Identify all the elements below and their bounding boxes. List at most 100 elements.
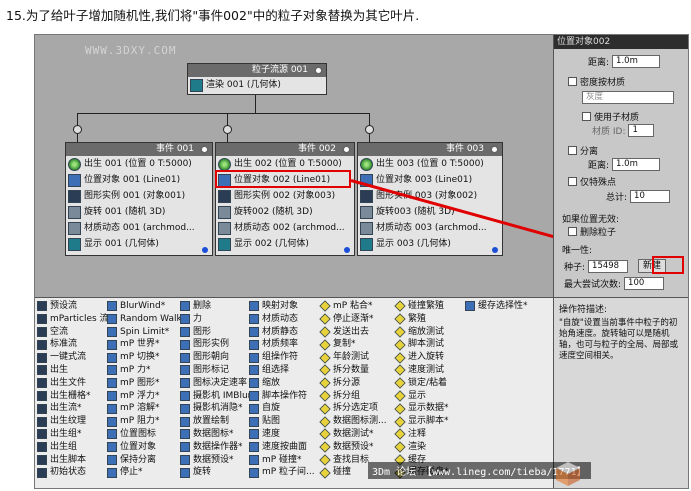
depot-item[interactable]: 拆分选定项 — [319, 402, 396, 415]
material-dynamic-operator[interactable]: 材质动态 001 (archmod... — [66, 220, 212, 236]
birth-operator[interactable]: 出生 001 (位置 0 T:5000) — [66, 156, 212, 172]
depot-item[interactable]: mP 碰撞* — [249, 454, 323, 467]
depot-item[interactable]: 一键式流 — [37, 351, 105, 364]
depot-item[interactable]: 材质动态 — [249, 313, 323, 326]
depot-item[interactable]: 摄影机消隐* — [180, 402, 254, 415]
total-spinner[interactable]: 10 — [630, 190, 671, 203]
depot-item[interactable]: 年龄测试 — [319, 351, 396, 364]
material-dynamic-operator[interactable]: 材质动态 002 (archmod... — [216, 220, 354, 236]
depot-item[interactable]: 停止逐渐* — [319, 313, 396, 326]
depot-item[interactable]: 摄影机 IMBlur* — [180, 390, 256, 403]
depot-item[interactable]: 注释 — [394, 428, 471, 441]
depot-item[interactable]: 图形标记 — [180, 364, 254, 377]
depot-item[interactable]: 出生组 — [37, 441, 105, 454]
source-node[interactable]: 粒子流源 001 渲染 001 (几何体) — [187, 63, 327, 95]
depot-item[interactable]: 进入旋转 — [394, 351, 471, 364]
depot-item[interactable]: 复制* — [319, 338, 396, 351]
depot-item[interactable]: 放置绘制 — [180, 415, 254, 428]
depot-item[interactable]: mP 阻力* — [107, 415, 179, 428]
shape-instance-operator[interactable]: 图形实例 001 (对象001) — [66, 188, 212, 204]
delete-checkbox[interactable] — [568, 227, 577, 236]
depot-item[interactable]: 材质频率 — [249, 338, 323, 351]
depot-item[interactable]: 贴图 — [249, 415, 323, 428]
submtl-checkbox[interactable] — [582, 112, 591, 121]
event-node-002[interactable]: 事件 002 出生 002 (位置 0 T:5000) 位置对象 002 (Li… — [215, 142, 355, 256]
position-object-operator[interactable]: 位置对象 001 (Line01) — [66, 172, 212, 188]
depot-item[interactable]: 图形实例 — [180, 338, 254, 351]
depot-item[interactable]: 停止* — [107, 466, 179, 479]
depot-item[interactable]: 繁殖 — [394, 313, 471, 326]
depot-item[interactable]: 速度测试 — [394, 364, 471, 377]
depot-item[interactable]: 数据图标* — [180, 428, 254, 441]
mtlid-spinner[interactable]: 1 — [628, 124, 655, 137]
output-pin[interactable] — [73, 125, 82, 134]
depot-item[interactable]: 脚本操作符 — [249, 390, 323, 403]
position-object-operator[interactable]: 位置对象 003 (Line01) — [358, 172, 502, 188]
depot-item[interactable]: mP 浮力* — [107, 390, 179, 403]
depot-item[interactable]: mP 粘合* — [319, 300, 396, 313]
depot-item[interactable]: 空流 — [37, 326, 105, 339]
distance-spinner[interactable]: 1.0m — [612, 55, 661, 68]
depot-item[interactable]: 数据预设* — [180, 454, 254, 467]
depot-item[interactable]: 显示 — [394, 390, 471, 403]
depot-item[interactable]: 缓存选择性* — [465, 300, 551, 313]
particle-diagram-canvas[interactable]: WWW.3DXY.COM 粒子流源 001 渲染 001 (几何体) 事件 00… — [35, 35, 654, 297]
depot-item[interactable]: 图形 — [180, 326, 254, 339]
depot-item[interactable]: 图标决定速率 — [180, 377, 254, 390]
output-pin[interactable] — [223, 125, 232, 134]
depot-item[interactable]: 拆分数量 — [319, 364, 396, 377]
display-operator[interactable]: 显示 002 (几何体) — [216, 236, 354, 253]
birth-operator[interactable]: 出生 003 (位置 0 T:5000) — [358, 156, 502, 172]
depot-item[interactable]: 显示数据* — [394, 402, 471, 415]
attempts-spinner[interactable]: 100 — [624, 277, 665, 290]
vertices-checkbox[interactable] — [568, 177, 577, 186]
depot-item[interactable]: 出生组* — [37, 428, 105, 441]
depot-item[interactable]: mP 溶解* — [107, 402, 179, 415]
depot-item[interactable]: 出生栅格* — [37, 390, 105, 403]
depot-item[interactable]: 标准流 — [37, 338, 105, 351]
depot-item[interactable]: mParticles 流* — [37, 313, 113, 326]
depot-item[interactable]: 速度 — [249, 428, 323, 441]
display-operator[interactable]: 显示 001 (几何体) — [66, 236, 212, 253]
depot-item[interactable]: 数据操作器* — [180, 441, 254, 454]
seed-spinner[interactable]: 15498 — [588, 259, 629, 273]
depot-item[interactable]: 位置对象 — [107, 441, 179, 454]
depot-item[interactable]: mP 力* — [107, 364, 179, 377]
density-checkbox[interactable] — [568, 77, 577, 86]
render-operator[interactable]: 渲染 001 (几何体) — [188, 77, 326, 93]
depot-item[interactable]: 出生流* — [37, 402, 105, 415]
material-dynamic-operator[interactable]: 材质动态 003 (archmod... — [358, 220, 502, 236]
depot-item[interactable]: mP 粒子间... — [249, 466, 323, 479]
gray-dropdown[interactable]: 灰度 — [582, 91, 674, 104]
depot-item[interactable]: 初始状态 — [37, 466, 105, 479]
depot-item[interactable]: 发送出去 — [319, 326, 396, 339]
separate-checkbox[interactable] — [568, 146, 577, 155]
depot-item[interactable]: 材质静态 — [249, 326, 323, 339]
event-node-003[interactable]: 事件 003 出生 003 (位置 0 T:5000) 位置对象 003 (Li… — [357, 142, 503, 256]
depot-item[interactable]: 力 — [180, 313, 254, 326]
depot-item[interactable]: 出生脚本 — [37, 454, 105, 467]
rotation-operator[interactable]: 旋转002 (随机 3D) — [216, 204, 354, 220]
depot-item[interactable]: 数据图标测... — [319, 415, 396, 428]
depot-item[interactable]: 渲染 — [394, 441, 471, 454]
depot-item[interactable]: 预设流 — [37, 300, 105, 313]
depot-item[interactable]: 映射对象 — [249, 300, 323, 313]
depot-item[interactable]: Spin Limit* — [107, 326, 179, 339]
depot-item[interactable]: 数据测试* — [319, 428, 396, 441]
depot-item[interactable]: 组选择 — [249, 364, 323, 377]
display-operator[interactable]: 显示 003 (几何体) — [358, 236, 502, 253]
depot-item[interactable]: 数据预设* — [319, 441, 396, 454]
depot-item[interactable]: 组操作符 — [249, 351, 323, 364]
depot-item[interactable]: 缩放测试 — [394, 326, 471, 339]
depot-item[interactable]: 保持分离 — [107, 454, 179, 467]
depot-item[interactable]: 图形朝向 — [180, 351, 254, 364]
shape-instance-operator[interactable]: 图形实例 002 (对象003) — [216, 188, 354, 204]
depot-item[interactable]: BlurWind* — [107, 300, 179, 313]
depot-item[interactable]: 缩放 — [249, 377, 323, 390]
depot-item[interactable]: 删除 — [180, 300, 254, 313]
depot-item[interactable]: Random Walk* — [107, 313, 186, 326]
depot-item[interactable]: 速度按曲面 — [249, 441, 323, 454]
depot-item[interactable]: 出生纹理 — [37, 415, 105, 428]
depot-item[interactable]: mP 切换* — [107, 351, 179, 364]
depot-item[interactable]: 出生文件 — [37, 377, 105, 390]
